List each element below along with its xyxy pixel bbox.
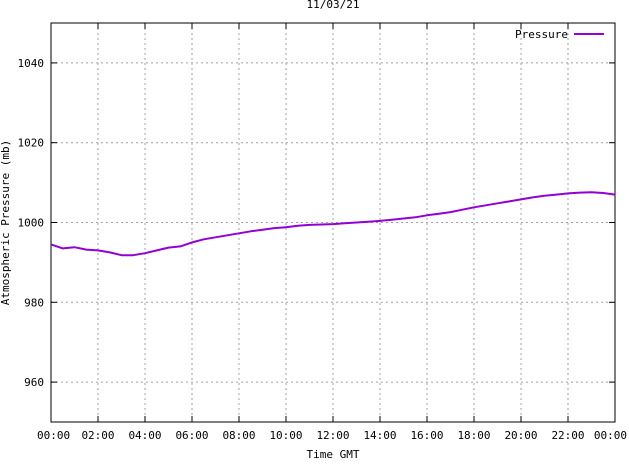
x-tick-label: 18:00 [457,429,490,442]
axis-ticks [50,23,616,422]
x-axis-label: Time GMT [307,448,360,459]
chart-area: 00:00 02:00 04:00 06:00 08:00 10:00 12:00 14:00… [0,0,629,461]
x-tick-label: 04:00 [128,429,161,442]
x-tick-label: 06:00 [175,429,208,442]
x-tick-label: 14:00 [363,429,396,442]
grid [51,23,615,422]
tick-labels: 00:00 02:00 04:00 06:00 08:00 10:00 12:00 14:00… [18,57,628,442]
x-tick-label: 10:00 [269,429,302,442]
legend-label: Pressure [515,28,568,41]
x-tick-label: 22:00 [551,429,584,442]
x-tick-label: 00:00 [594,429,627,442]
x-tick-label: 02:00 [81,429,114,442]
x-tick-label: 00:00 [37,429,70,442]
chart-title: 11/03/21 [307,0,360,11]
legend: Pressure [515,28,604,41]
y-tick-label: 1000 [18,217,45,230]
x-tick-label: 12:00 [316,429,349,442]
x-tick-label: 16:00 [410,429,443,442]
pressure-chart: 00:00 02:00 04:00 06:00 08:00 10:00 12:00 14:00… [0,0,628,461]
y-axis-label: Atmospheric Pressure (mb) [0,140,12,306]
y-tick-label: 960 [24,376,44,389]
series-layer [50,191,616,257]
plot-frame [50,22,616,423]
y-tick-label: 1040 [18,57,45,70]
series-line [50,191,616,257]
y-tick-label: 980 [24,296,44,309]
y-tick-label: 1020 [18,137,45,150]
x-tick-label: 08:00 [222,429,255,442]
x-tick-label: 20:00 [504,429,537,442]
